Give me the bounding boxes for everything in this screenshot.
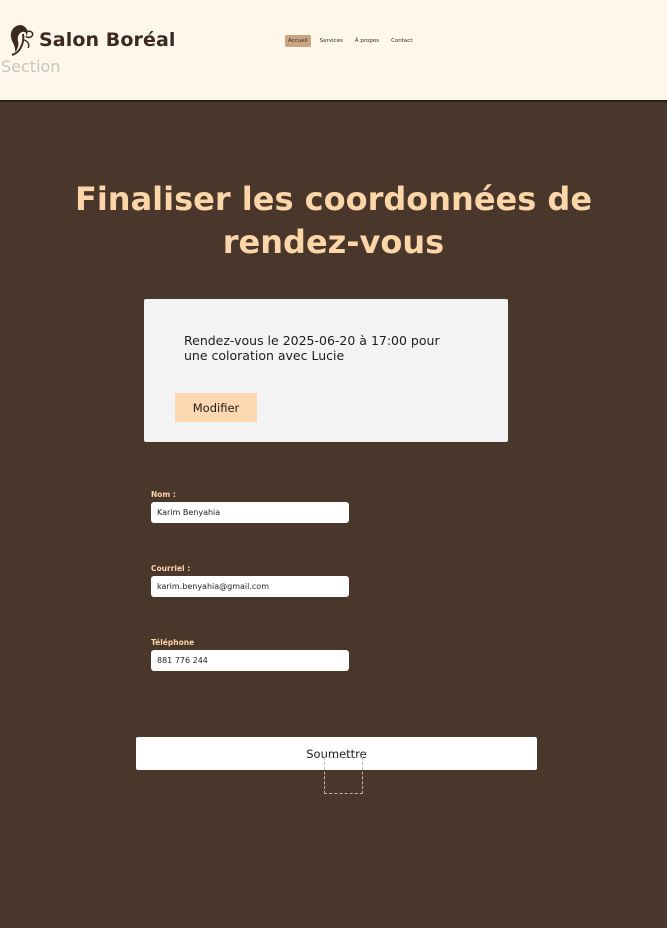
nav-item-services[interactable]: Services — [317, 35, 346, 47]
brand-name: Salon Boréal — [39, 29, 176, 51]
section-ghost-label: Section — [1, 57, 61, 76]
submit-button[interactable]: Soumettre — [136, 737, 537, 770]
brand-logo[interactable]: Salon Boréal — [6, 22, 176, 58]
phone-label: Téléphone — [151, 638, 195, 647]
nav-item-accueil[interactable]: Accueil — [285, 35, 311, 47]
appointment-summary-text: Rendez-vous le 2025-06-20 à 17:00 pour u… — [184, 333, 440, 363]
name-label: Nom : — [151, 490, 176, 499]
email-field[interactable] — [151, 576, 349, 597]
nav-item-contact[interactable]: Contact — [388, 35, 415, 47]
site-header: Salon Boréal Section Accueil Services À … — [0, 0, 667, 102]
phone-field[interactable] — [151, 650, 349, 671]
name-field[interactable] — [151, 502, 349, 523]
modify-button[interactable]: Modifier — [175, 393, 257, 422]
nav-item-a-propos[interactable]: À propos — [352, 35, 382, 47]
page-title: Finaliser les coordonnées de rendez-vous — [74, 180, 593, 261]
main-nav: Accueil Services À propos Contact — [285, 35, 415, 47]
appointment-summary-card: Rendez-vous le 2025-06-20 à 17:00 pour u… — [144, 299, 508, 442]
email-label: Courriel : — [151, 564, 191, 573]
hair-silhouette-icon — [10, 25, 34, 56]
